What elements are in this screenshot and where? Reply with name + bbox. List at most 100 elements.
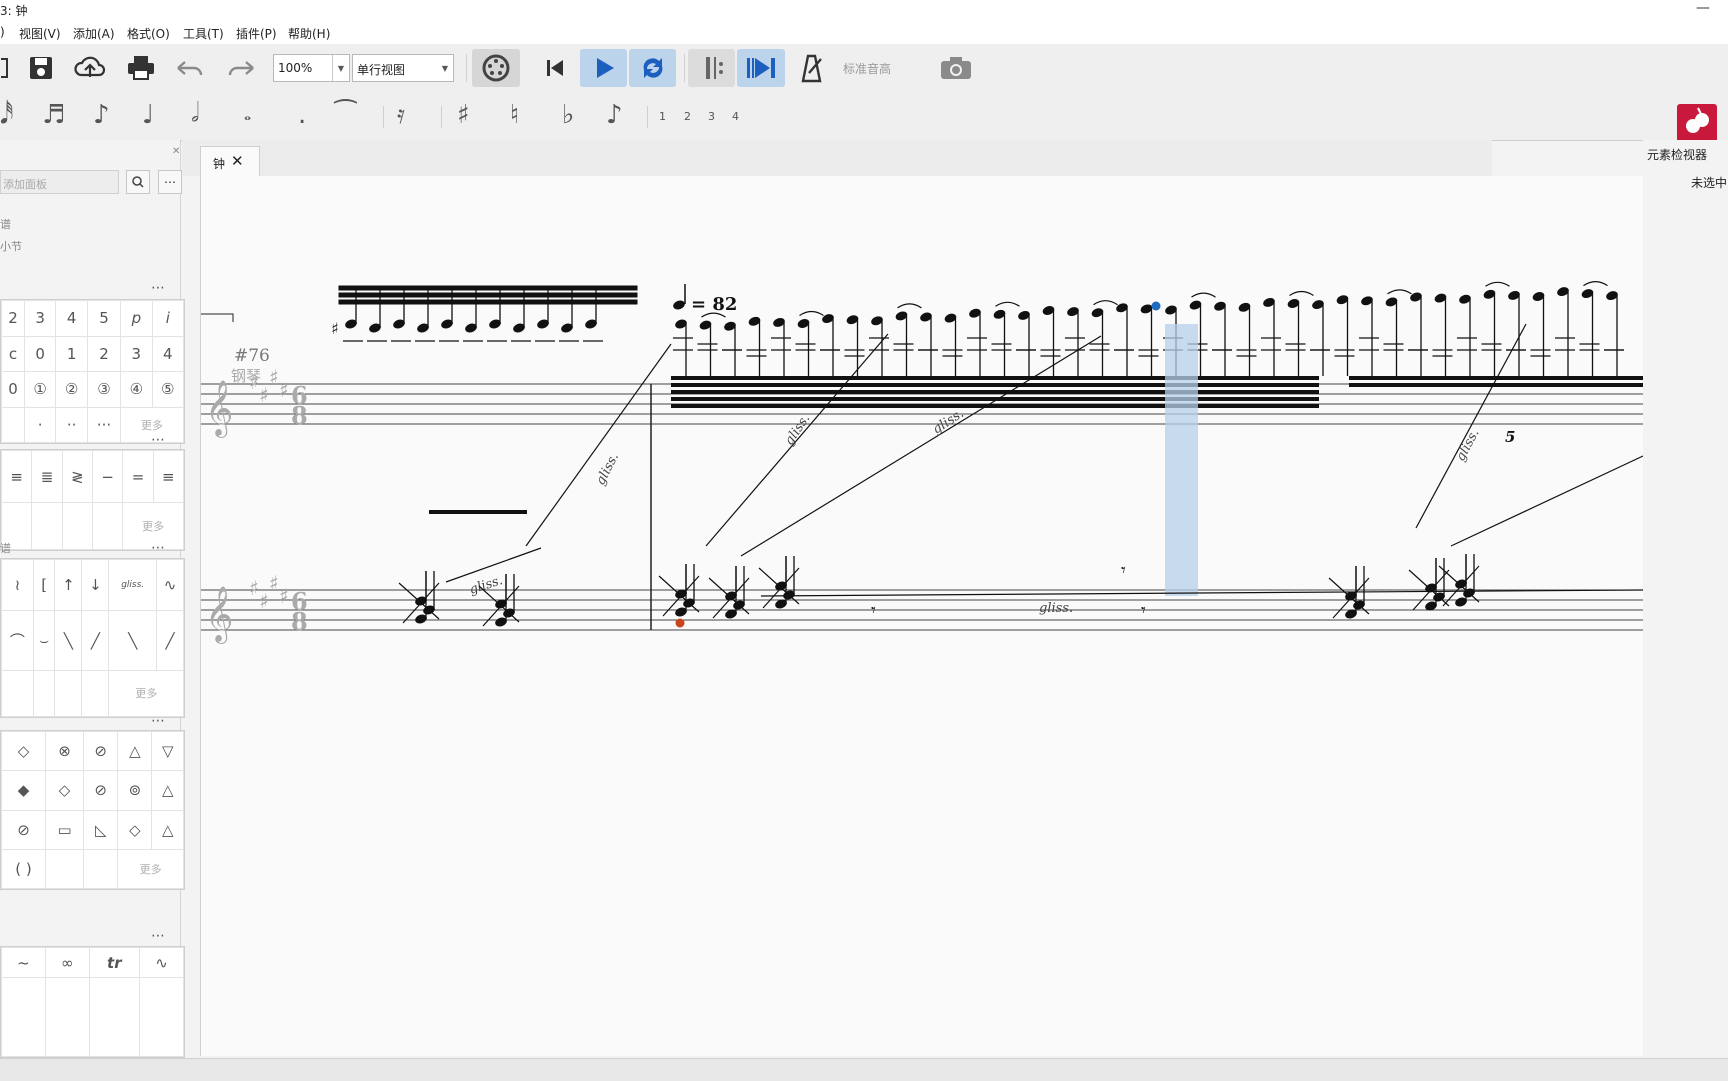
palette-cell[interactable]: ╱ <box>156 610 184 671</box>
palette-cell[interactable]: ④ <box>120 371 153 408</box>
palette-cell[interactable]: 2 <box>1 300 25 337</box>
palette-cell[interactable]: ⊘ <box>83 770 119 811</box>
palette-cell[interactable]: ≀ <box>1 558 34 612</box>
half-note-icon[interactable]: 𝅗𝅥 <box>191 100 199 126</box>
palette-cell[interactable]: ③ <box>86 371 122 408</box>
palette-cell[interactable]: ◆ <box>1 770 46 811</box>
menu-tools[interactable]: 工具(T) <box>183 25 224 42</box>
voice-4-button[interactable]: 4 <box>732 110 739 123</box>
undo-icon[interactable] <box>173 54 207 82</box>
redo-icon[interactable] <box>224 54 258 82</box>
palette-cell[interactable]: ( ) <box>1 848 46 890</box>
whole-note-icon[interactable]: 𝅝 <box>244 106 251 124</box>
loop-in-out-icon[interactable] <box>688 49 735 87</box>
palette-cell[interactable]: 3 <box>120 335 153 372</box>
palette-cell[interactable]: ▽ <box>151 730 184 772</box>
palette-cell[interactable]: ··· <box>86 406 122 443</box>
rest-icon[interactable]: 𝄿 <box>397 102 405 128</box>
palette-cell[interactable]: ◇ <box>117 809 153 850</box>
section-menu-icon[interactable]: ⋯ <box>151 432 166 448</box>
palette-cell[interactable]: ⊗ <box>44 730 85 772</box>
concert-pitch-toggle[interactable]: 标准音高 <box>843 60 891 77</box>
palette-close-icon[interactable]: ✕ <box>172 146 180 157</box>
palette-cell[interactable]: ∿ <box>156 558 184 612</box>
palette-cell[interactable]: 4 <box>55 300 88 337</box>
section-menu-icon[interactable]: ⋯ <box>151 280 166 296</box>
palette-cell[interactable]: ∞ <box>44 947 90 978</box>
palette-cell[interactable]: △ <box>117 730 153 772</box>
palette-cell[interactable]: gliss. <box>108 558 157 612</box>
palette-cell[interactable]: ⊘ <box>1 809 46 850</box>
voice-2-button[interactable]: 2 <box>684 110 691 123</box>
chevron-down-icon[interactable]: ▼ <box>437 55 453 81</box>
palette-cell[interactable]: 0 <box>23 335 57 372</box>
menu-format[interactable]: 格式(O) <box>127 25 170 42</box>
palette-cell[interactable]: ⌣ <box>32 610 56 671</box>
palette-cell[interactable]: ① <box>23 371 57 408</box>
section-menu-icon[interactable]: ⋯ <box>151 713 166 729</box>
save-icon[interactable] <box>26 54 56 82</box>
64th-note-icon[interactable]: 𝅘𝅥𝅰 <box>0 102 13 128</box>
search-icon[interactable] <box>126 170 150 194</box>
view-mode-combobox[interactable]: 单行视图 ▼ <box>352 54 454 82</box>
palette-cell[interactable]: i <box>151 300 185 337</box>
metronome-icon[interactable] <box>796 52 826 84</box>
voice-3-button[interactable]: 3 <box>708 110 715 123</box>
palette-cell[interactable]: △ <box>151 809 184 850</box>
palette-cell[interactable]: 5 <box>86 300 122 337</box>
flip-direction-icon[interactable]: ♪ <box>606 102 623 128</box>
mixer-icon[interactable] <box>472 49 520 87</box>
chevron-down-icon[interactable]: ▼ <box>332 55 349 81</box>
menu-help[interactable]: 帮助(H) <box>288 25 330 42</box>
palette-cell[interactable]: 2 <box>86 335 122 372</box>
voice-1-button[interactable]: 1 <box>659 110 666 123</box>
tie-icon[interactable]: ⁀ <box>335 102 356 128</box>
palette-cell[interactable]: 3 <box>23 300 57 337</box>
menu-view[interactable]: 视图(V) <box>19 25 61 42</box>
palette-cell[interactable]: tr <box>88 947 141 978</box>
palette-search-input[interactable]: 添加面板 <box>0 170 119 194</box>
more-button[interactable]: 更多 <box>108 669 184 718</box>
close-icon[interactable]: ✕ <box>231 152 244 170</box>
palette-cell[interactable]: ② <box>55 371 88 408</box>
palette-cell[interactable]: ⑤ <box>151 371 185 408</box>
palette-cell[interactable]: ▭ <box>44 809 85 850</box>
menu-add[interactable]: 添加(A) <box>73 25 115 42</box>
screenshot-icon[interactable] <box>938 54 974 82</box>
palette-cell[interactable]: ╲ <box>54 610 83 671</box>
natural-icon[interactable]: ♮ <box>510 102 519 128</box>
palette-cell[interactable]: [ <box>32 558 56 612</box>
flat-icon[interactable]: ♭ <box>562 102 574 128</box>
palette-cell[interactable]: · <box>23 406 57 443</box>
quarter-note-icon[interactable]: ♩ <box>142 102 154 128</box>
palette-cell[interactable]: ·· <box>55 406 88 443</box>
score-canvas[interactable]: #76 钢琴 𝄞 𝄞 ♯ ♯ ♯ ♯ ♯ ♯ ♯ ♯ 6 8 6 8 ♯ = 82 <box>200 176 1644 1056</box>
palette-cell[interactable] <box>1 406 25 443</box>
more-options-icon[interactable]: ⋯ <box>158 170 182 194</box>
section-menu-icon[interactable]: ⋯ <box>151 540 166 556</box>
palette-cell[interactable]: ⌒ <box>1 610 34 671</box>
play-icon[interactable] <box>580 49 627 87</box>
palette-cell[interactable]: − <box>91 449 124 504</box>
palette-cell[interactable]: p <box>120 300 153 337</box>
palette-cell[interactable]: ↑ <box>54 558 83 612</box>
minimize-button[interactable]: — <box>1696 0 1710 16</box>
8th-note-icon[interactable]: ♪ <box>93 102 110 128</box>
palette-cell[interactable]: ◇ <box>44 770 85 811</box>
palette-cell[interactable]: ◺ <box>83 809 119 850</box>
sharp-icon[interactable]: ♯ <box>457 102 470 128</box>
selection-highlight[interactable] <box>1165 324 1198 596</box>
palette-cell[interactable]: ⊘ <box>83 730 119 772</box>
palette-cell[interactable]: ≷ <box>61 449 93 504</box>
palette-cell[interactable]: ⊚ <box>117 770 153 811</box>
playback-to-end-icon[interactable] <box>737 49 785 87</box>
menu-item-partial[interactable]: ) <box>0 25 5 39</box>
palette-cell[interactable]: ~ <box>1 947 46 978</box>
palette-cell[interactable]: 1 <box>55 335 88 372</box>
rewind-icon[interactable] <box>540 54 570 82</box>
dot-icon[interactable]: . <box>298 102 306 128</box>
palette-cell[interactable]: ◇ <box>1 730 46 772</box>
palette-cell[interactable]: ╱ <box>81 610 110 671</box>
loop-icon[interactable] <box>629 49 676 87</box>
palette-cell[interactable]: 4 <box>151 335 185 372</box>
